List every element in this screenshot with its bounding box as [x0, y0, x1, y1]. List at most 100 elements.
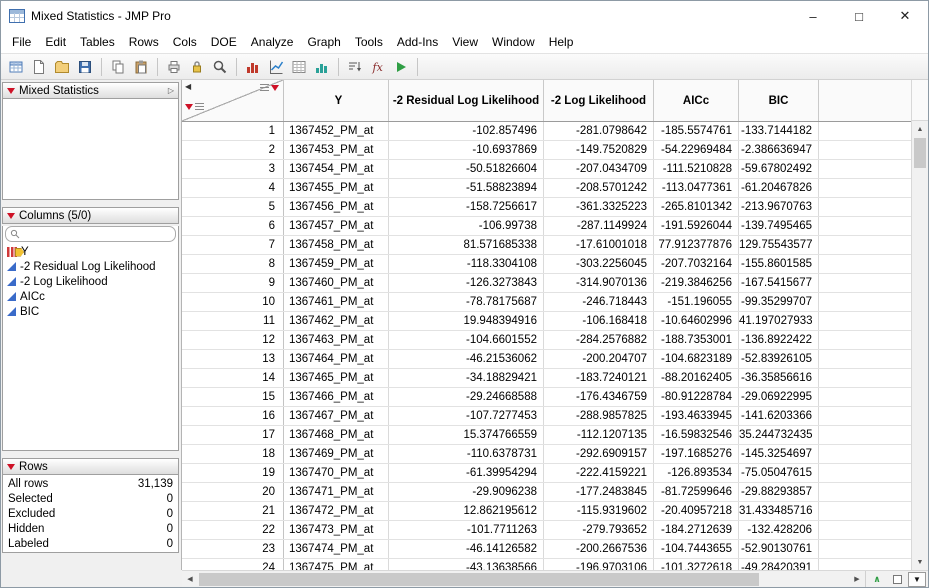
menu-item[interactable]: Help [542, 33, 581, 51]
aicc-cell[interactable]: -81.72599646 [654, 483, 739, 501]
bic-cell[interactable]: -136.8922422 [739, 331, 819, 349]
y-cell[interactable]: 1367467_PM_at [284, 407, 389, 425]
bic-cell[interactable]: 129.75543577 [739, 236, 819, 254]
y-cell[interactable]: 1367470_PM_at [284, 464, 389, 482]
bic-cell[interactable]: -99.35299707 [739, 293, 819, 311]
aicc-cell[interactable]: -185.5574761 [654, 122, 739, 140]
columns-menu-button[interactable] [260, 84, 279, 91]
vertical-scroll-thumb[interactable] [914, 138, 926, 168]
red-triangle-icon[interactable] [7, 213, 15, 219]
log-likelihood-cell[interactable]: -222.4159221 [544, 464, 654, 482]
residual-log-likelihood-cell[interactable]: -110.6378731 [389, 445, 544, 463]
bic-cell[interactable]: -2.386636947 [739, 141, 819, 159]
y-cell[interactable]: 1367475_PM_at [284, 559, 389, 570]
aicc-cell[interactable]: -193.4633945 [654, 407, 739, 425]
aicc-cell[interactable]: -265.8101342 [654, 198, 739, 216]
red-triangle-icon[interactable] [7, 464, 15, 470]
bic-cell[interactable]: -145.3254697 [739, 445, 819, 463]
log-likelihood-cell[interactable]: -287.1149924 [544, 217, 654, 235]
log-likelihood-cell[interactable]: -284.2576882 [544, 331, 654, 349]
bic-cell[interactable]: -213.9670763 [739, 198, 819, 216]
y-cell[interactable]: 1367462_PM_at [284, 312, 389, 330]
row-number-cell[interactable]: 20 [182, 483, 284, 501]
row-number-cell[interactable]: 3 [182, 160, 284, 178]
print-icon[interactable] [163, 56, 185, 78]
columns-panel-header[interactable]: Columns (5/0) [2, 207, 179, 224]
aicc-cell[interactable]: 77.912377876 [654, 236, 739, 254]
aicc-cell[interactable]: -207.7032164 [654, 255, 739, 273]
y-cell[interactable]: 1367453_PM_at [284, 141, 389, 159]
column-list-item[interactable]: Y [3, 244, 178, 259]
residual-log-likelihood-cell[interactable]: 12.862195612 [389, 502, 544, 520]
bic-cell[interactable]: -141.6203366 [739, 407, 819, 425]
y-cell[interactable]: 1367461_PM_at [284, 293, 389, 311]
menu-item[interactable]: Rows [122, 33, 166, 51]
y-cell[interactable]: 1367458_PM_at [284, 236, 389, 254]
log-likelihood-cell[interactable]: -112.1207135 [544, 426, 654, 444]
residual-log-likelihood-cell[interactable]: -126.3273843 [389, 274, 544, 292]
rows-stat-row[interactable]: All rows 31,139 [3, 476, 178, 491]
log-likelihood-cell[interactable]: -246.718443 [544, 293, 654, 311]
rows-stat-row[interactable]: Excluded 0 [3, 506, 178, 521]
column-header-bic[interactable]: BIC [739, 80, 819, 121]
column-header-residual-ll[interactable]: -2 Residual Log Likelihood [389, 80, 544, 121]
save-icon[interactable] [74, 56, 96, 78]
residual-log-likelihood-cell[interactable]: -158.7256617 [389, 198, 544, 216]
log-likelihood-cell[interactable]: -208.5701242 [544, 179, 654, 197]
residual-log-likelihood-cell[interactable]: -29.9096238 [389, 483, 544, 501]
aicc-cell[interactable]: -184.2712639 [654, 521, 739, 539]
row-number-cell[interactable]: 23 [182, 540, 284, 558]
log-likelihood-cell[interactable]: -279.793652 [544, 521, 654, 539]
y-cell[interactable]: 1367459_PM_at [284, 255, 389, 273]
bic-cell[interactable]: -36.35856616 [739, 369, 819, 387]
log-likelihood-cell[interactable]: -361.3325223 [544, 198, 654, 216]
row-number-cell[interactable]: 7 [182, 236, 284, 254]
rows-stat-row[interactable]: Selected 0 [3, 491, 178, 506]
aicc-cell[interactable]: -104.7443655 [654, 540, 739, 558]
log-likelihood-cell[interactable]: -200.204707 [544, 350, 654, 368]
residual-log-likelihood-cell[interactable]: -50.51826604 [389, 160, 544, 178]
row-number-cell[interactable]: 9 [182, 274, 284, 292]
residual-log-likelihood-cell[interactable]: -106.99738 [389, 217, 544, 235]
log-likelihood-cell[interactable]: -106.168418 [544, 312, 654, 330]
rows-stat-row[interactable]: Hidden 0 [3, 521, 178, 536]
log-likelihood-cell[interactable]: -292.6909157 [544, 445, 654, 463]
residual-log-likelihood-cell[interactable]: -104.6601552 [389, 331, 544, 349]
formula-icon[interactable]: fx [367, 56, 389, 78]
y-cell[interactable]: 1367463_PM_at [284, 331, 389, 349]
horizontal-scroll-track[interactable] [198, 571, 849, 587]
new-data-table-icon[interactable] [5, 56, 27, 78]
residual-log-likelihood-cell[interactable]: -78.78175687 [389, 293, 544, 311]
bic-cell[interactable]: -52.83926105 [739, 350, 819, 368]
lock-icon[interactable] [186, 56, 208, 78]
red-triangle-icon[interactable] [7, 88, 15, 94]
aicc-cell[interactable]: -20.40957218 [654, 502, 739, 520]
scroll-to-top-icon[interactable]: ∧ [868, 572, 886, 587]
row-number-cell[interactable]: 6 [182, 217, 284, 235]
y-cell[interactable]: 1367468_PM_at [284, 426, 389, 444]
aicc-cell[interactable]: -219.3846256 [654, 274, 739, 292]
bic-cell[interactable]: -52.90130761 [739, 540, 819, 558]
table-menu-dropdown-icon[interactable]: ▼ [908, 572, 926, 587]
aicc-cell[interactable]: -111.5210828 [654, 160, 739, 178]
residual-log-likelihood-cell[interactable]: -29.24668588 [389, 388, 544, 406]
aicc-cell[interactable]: -104.6823189 [654, 350, 739, 368]
menu-item[interactable]: View [445, 33, 485, 51]
y-cell[interactable]: 1367455_PM_at [284, 179, 389, 197]
y-cell[interactable]: 1367452_PM_at [284, 122, 389, 140]
log-likelihood-cell[interactable]: -281.0798642 [544, 122, 654, 140]
row-number-cell[interactable]: 15 [182, 388, 284, 406]
menu-item[interactable]: DOE [204, 33, 244, 51]
columns-search-box[interactable] [5, 226, 176, 242]
bic-cell[interactable]: -132.428206 [739, 521, 819, 539]
row-number-cell[interactable]: 22 [182, 521, 284, 539]
menu-item[interactable]: Edit [38, 33, 73, 51]
column-list-item[interactable]: -2 Log Likelihood [3, 274, 178, 289]
column-header-log-likelihood[interactable]: -2 Log Likelihood [544, 80, 654, 121]
y-cell[interactable]: 1367454_PM_at [284, 160, 389, 178]
aicc-cell[interactable]: -126.893534 [654, 464, 739, 482]
aicc-cell[interactable]: -191.5926044 [654, 217, 739, 235]
row-number-cell[interactable]: 21 [182, 502, 284, 520]
log-likelihood-cell[interactable]: -200.2667536 [544, 540, 654, 558]
horizontal-scrollbar[interactable]: ◀ ▶ ∧ ▼ [182, 570, 928, 587]
